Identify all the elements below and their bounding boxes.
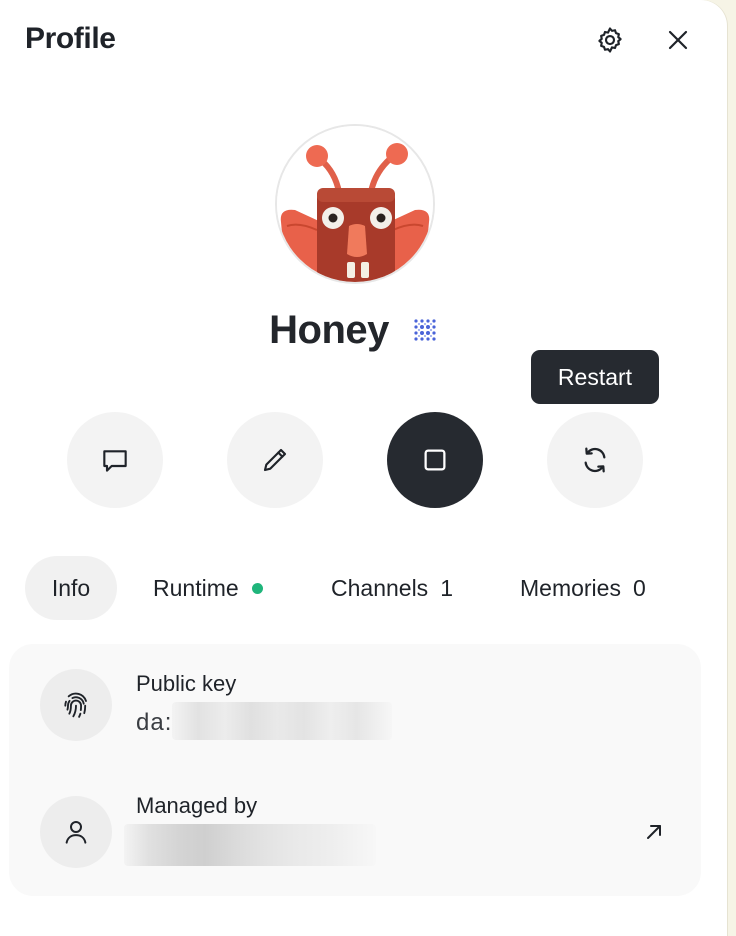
public-key-redacted: [172, 702, 392, 740]
gear-icon: [598, 27, 622, 53]
avatar: [275, 124, 435, 284]
tab-memories[interactable]: Memories 0: [520, 556, 646, 620]
public-key-label: Public key: [136, 671, 237, 696]
settings-button[interactable]: [590, 20, 630, 60]
memories-count: 0: [632, 574, 646, 601]
managed-by-redacted: [124, 824, 376, 866]
agent-name-row: Honey: [0, 308, 710, 353]
managed-by-label: Managed by: [136, 793, 258, 818]
tab-runtime-label: Runtime: [153, 574, 239, 601]
close-button[interactable]: [658, 20, 698, 60]
channels-count: 1: [440, 574, 453, 601]
tab-channels[interactable]: Channels 1: [331, 556, 453, 620]
runtime-status-dot: [251, 582, 263, 594]
agent-name: Honey: [269, 308, 389, 352]
public-key-icon-wrap: [40, 669, 112, 741]
refresh-icon: [584, 447, 606, 473]
public-key-value: da:: [136, 709, 173, 736]
dotted-grid-badge-icon: [414, 318, 436, 341]
tab-channels-label: Channels: [331, 574, 429, 601]
arrow-up-right-icon: [647, 825, 661, 839]
tab-memories-label: Memories: [520, 574, 621, 601]
creature-avatar-image: [277, 126, 433, 282]
restart-tooltip: Restart: [531, 350, 659, 404]
tab-info-label: Info: [51, 574, 91, 601]
chat-bubble-icon: [103, 450, 127, 472]
edit-button[interactable]: [227, 412, 323, 508]
stop-button[interactable]: [387, 412, 483, 508]
pencil-icon: [263, 448, 287, 472]
tab-runtime[interactable]: Runtime: [153, 556, 263, 620]
restart-button[interactable]: [547, 412, 643, 508]
stop-square-icon: [424, 449, 446, 471]
user-icon: [65, 821, 87, 844]
profile-panel: Profile Honey Restart Info Runtime Chann…: [0, 0, 727, 936]
managed-by-icon-wrap: [40, 796, 112, 868]
open-manager-link[interactable]: [634, 812, 674, 852]
fingerprint-icon: [64, 692, 87, 718]
tab-info[interactable]: Info: [25, 556, 117, 620]
page-title: Profile: [25, 22, 116, 55]
chat-button[interactable]: [67, 412, 163, 508]
close-icon: [668, 30, 688, 50]
